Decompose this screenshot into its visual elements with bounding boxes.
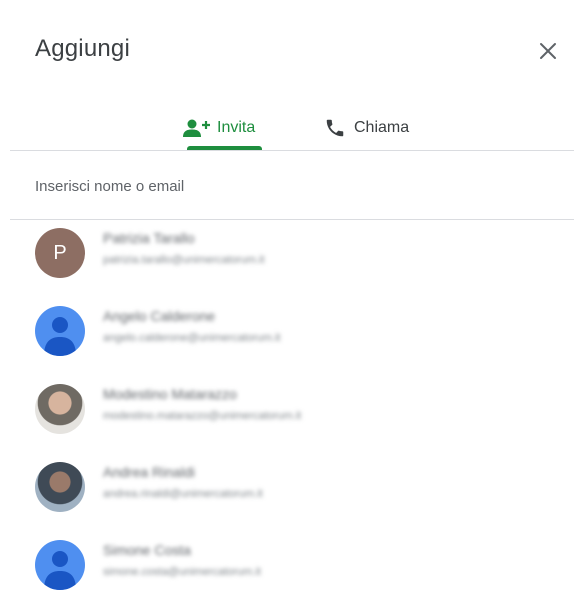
contact-item[interactable]: P Patrizia Tarallo patrizia.tarallo@unim… [0, 220, 574, 290]
contact-item[interactable]: Modestino Matarazzo modestino.matarazzo@… [0, 376, 574, 446]
contact-email: simone.costa@unimercatorum.it [103, 566, 261, 578]
search-input[interactable] [35, 172, 535, 200]
contact-email: patrizia.tarallo@unimercatorum.it [103, 254, 265, 266]
close-button[interactable] [533, 36, 563, 66]
avatar [35, 540, 85, 590]
contact-email: andrea.rinaldi@unimercatorum.it [103, 488, 263, 500]
tab-invite[interactable]: Invita [183, 108, 255, 148]
close-icon [540, 43, 556, 59]
generic-person-icon [44, 551, 76, 590]
generic-person-icon [44, 317, 76, 356]
phone-icon [326, 119, 344, 137]
contact-item[interactable]: Simone Costa simone.costa@unimercatorum.… [0, 532, 574, 602]
contact-email: modestino.matarazzo@unimercatorum.it [103, 410, 302, 422]
avatar-photo [35, 462, 85, 512]
contact-item[interactable]: Angelo Calderone angelo.calderone@unimer… [0, 298, 574, 368]
dialog-title: Aggiungi [35, 35, 131, 62]
person-add-icon [183, 119, 210, 137]
avatar: P [35, 228, 85, 278]
avatar-initial: P [53, 241, 67, 264]
tab-call-label: Chiama [354, 119, 410, 136]
contact-item[interactable]: Andrea Rinaldi andrea.rinaldi@unimercato… [0, 454, 574, 524]
avatar-photo [35, 384, 85, 434]
tab-bar: Invita Chiama [0, 100, 574, 150]
contact-email: angelo.calderone@unimercatorum.it [103, 332, 281, 344]
contact-name: Modestino Matarazzo [103, 386, 237, 402]
tab-call[interactable]: Chiama [322, 108, 409, 148]
tab-invite-label: Invita [217, 119, 256, 136]
contact-name: Angelo Calderone [103, 308, 216, 324]
contact-name: Patrizia Tarallo [103, 230, 195, 246]
contact-name: Simone Costa [103, 542, 191, 558]
contact-name: Andrea Rinaldi [103, 464, 195, 480]
tabs-divider [10, 150, 574, 151]
avatar [35, 306, 85, 356]
